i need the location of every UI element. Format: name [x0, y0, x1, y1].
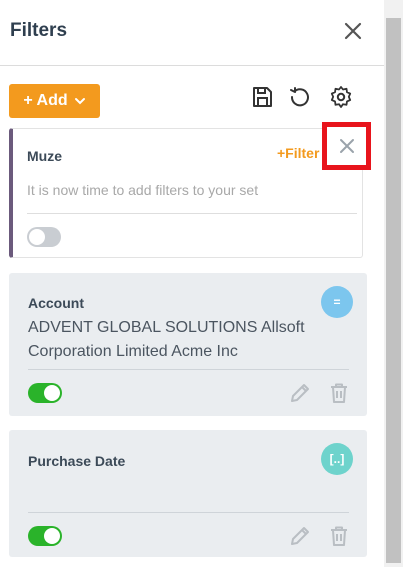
equals-badge: = [321, 286, 353, 318]
edit-icon[interactable] [288, 381, 312, 405]
divider [27, 213, 357, 214]
panel-header: Filters [0, 0, 384, 66]
add-filter-link[interactable]: +Filter [277, 145, 319, 161]
divider [28, 369, 349, 370]
close-icon [340, 139, 354, 153]
divider [28, 512, 349, 513]
edit-icon[interactable] [288, 524, 312, 548]
close-icon[interactable] [341, 19, 365, 43]
add-button[interactable]: + Add [9, 84, 100, 118]
remove-filter-set-button[interactable] [322, 122, 371, 170]
settings-icon[interactable] [329, 85, 353, 109]
range-badge: [..] [321, 443, 353, 475]
filters-panel: Filters + Add Muze +Filter It is now tim… [0, 0, 384, 567]
chevron-down-icon [74, 98, 85, 105]
filter-set-hint: It is now time to add filters to your se… [27, 182, 259, 198]
filter-value: ADVENT GLOBAL SOLUTIONS Allsoft Corporat… [28, 319, 305, 360]
reset-icon[interactable] [288, 85, 312, 109]
save-icon[interactable] [250, 85, 274, 109]
scrollbar-thumb[interactable] [386, 18, 401, 563]
toolbar: + Add [0, 70, 384, 126]
trash-icon[interactable] [327, 524, 351, 548]
filter-set-title: Muze [27, 148, 62, 164]
filter-toggle[interactable] [28, 383, 62, 403]
panel-title: Filters [10, 20, 68, 41]
add-button-label: + Add [23, 92, 68, 109]
muze-filter-set: Muze +Filter It is now time to add filte… [9, 128, 363, 258]
filter-set-toggle[interactable] [27, 227, 61, 247]
filter-title: Purchase Date [28, 453, 126, 469]
filter-card-account: Account = ADVENT GLOBAL SOLUTIONS Allsof… [9, 273, 367, 416]
filter-toggle[interactable] [28, 526, 62, 546]
filter-title: Account [28, 295, 84, 311]
filter-card-purchase-date: Purchase Date [..] [9, 430, 367, 557]
trash-icon[interactable] [327, 381, 351, 405]
scrollbar[interactable] [384, 0, 403, 567]
